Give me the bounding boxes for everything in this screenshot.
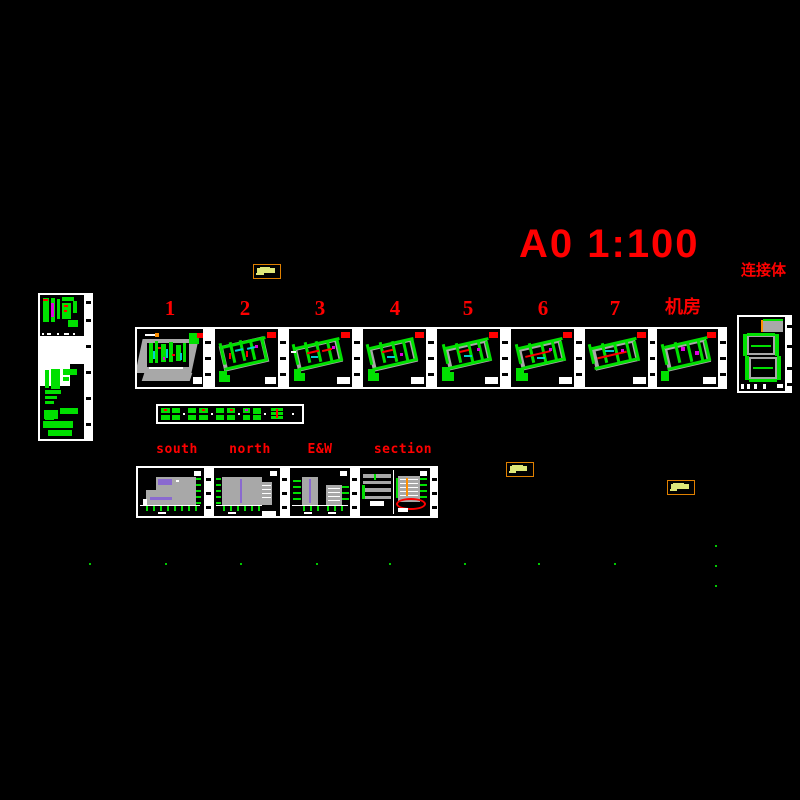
grid-dot [464,563,466,565]
drawing-index-sheet[interactable] [38,293,93,441]
elevation-label-north: north [229,442,271,457]
elevation-label-section: section [373,442,433,457]
grid-dot [316,563,318,565]
grid-dot [614,563,616,565]
detail-strip[interactable] [156,404,304,424]
plan-panel-6[interactable] [509,327,583,389]
plan-label-3: 3 [314,296,326,320]
elevation-label-south: south [156,442,198,457]
plan-panel-3[interactable] [287,327,361,389]
plan-panel-2[interactable] [213,327,287,389]
grid-dot [538,563,540,565]
cad-drawing-canvas: A0 1:100 连接体 1 2 3 4 5 6 7 机房 south nort… [0,0,800,800]
connection-body-panel[interactable] [737,315,792,393]
plan-label-1: 1 [164,296,176,320]
grid-dot [715,585,717,587]
grid-dot [389,563,391,565]
plan-label-2: 2 [239,296,251,320]
plan-panel-5[interactable] [435,327,509,389]
plan-label-6: 6 [537,296,549,320]
page-title: A0 1:100 [519,222,700,266]
note-marker-3[interactable] [667,480,695,495]
elevation-panel-east-west[interactable] [288,466,358,518]
grid-dot [240,563,242,565]
note-marker-2[interactable] [506,462,534,477]
elevation-label-east-west: E&W [307,442,333,457]
elevation-panel-section[interactable] [358,466,438,518]
plan-panel-machine-room[interactable] [655,327,727,389]
grid-dot [89,563,91,565]
grid-dot [165,563,167,565]
plan-panel-4[interactable] [361,327,435,389]
grid-dot [715,545,717,547]
plan-label-4: 4 [389,296,401,320]
note-marker-1[interactable] [253,264,281,279]
elevation-panel-south[interactable] [136,466,212,518]
grid-dot [715,565,717,567]
elevation-panel-north[interactable] [212,466,288,518]
plan-label-machine-room: 机房 [665,297,701,318]
plan-panel-1[interactable] [135,327,213,389]
side-panel-label: 连接体 [741,261,787,279]
plan-label-5: 5 [462,296,474,320]
plan-panel-7[interactable] [583,327,657,389]
plan-label-7: 7 [609,296,621,320]
